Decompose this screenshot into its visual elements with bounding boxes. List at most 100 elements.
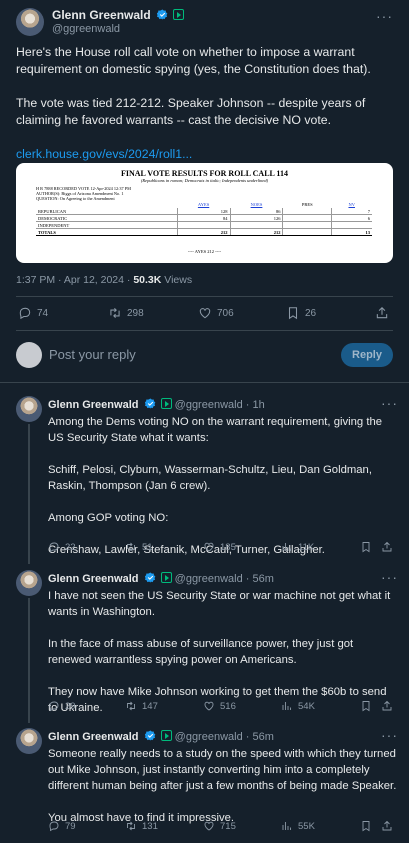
- reply-header: Glenn Greenwald @ggreenwald · 1h ···: [48, 395, 397, 411]
- roll-call-document-image[interactable]: FINAL VOTE RESULTS FOR ROLL CALL 114 (Re…: [16, 163, 393, 263]
- reply-icon: [18, 306, 32, 320]
- bookmark-icon: [360, 700, 372, 712]
- reply-header: Glenn Greenwald @ggreenwald · 56m ···: [48, 569, 397, 585]
- bookmark-icon: [286, 306, 300, 320]
- share-button[interactable]: [381, 541, 398, 553]
- author-name[interactable]: Glenn Greenwald: [52, 8, 151, 22]
- subscription-badge-icon: [160, 730, 172, 741]
- views-count: 50.3K: [133, 274, 162, 286]
- thread-line: [28, 598, 30, 723]
- repost-button[interactable]: 51: [125, 541, 153, 553]
- handle-and-time[interactable]: @ggreenwald · 56m: [175, 731, 274, 743]
- repost-icon: [125, 820, 137, 832]
- more-options-icon[interactable]: ···: [381, 569, 398, 585]
- subscription-badge-icon: [160, 572, 172, 583]
- like-button[interactable]: 185: [203, 541, 236, 553]
- repost-icon: [108, 306, 122, 320]
- avatar[interactable]: [16, 570, 42, 596]
- user-avatar: [16, 342, 42, 368]
- reply-icon: [48, 541, 60, 553]
- more-options-icon[interactable]: ···: [381, 727, 398, 743]
- document-meta: H R 7888 RECORDED VOTE 12-Apr-2024 12:37…: [36, 186, 131, 202]
- views-button[interactable]: 54K: [281, 700, 315, 712]
- table-row: DEMOCRATIC 84 126 6: [36, 214, 372, 222]
- tweet-timestamp[interactable]: 1:37 PM · Apr 12, 2024 · 50.3K Views: [16, 274, 192, 286]
- document-title: FINAL VOTE RESULTS FOR ROLL CALL 114: [120, 169, 288, 178]
- tweet-link[interactable]: clerk.house.gov/evs/2024/roll1...: [16, 147, 192, 161]
- divider: [0, 382, 409, 383]
- handle-and-time[interactable]: @ggreenwald · 1h: [175, 399, 265, 411]
- repost-button[interactable]: 147: [125, 700, 158, 712]
- share-icon: [381, 820, 393, 832]
- reply-actions: 22 51 185 11K: [48, 541, 398, 555]
- author-name[interactable]: Glenn Greenwald: [48, 731, 138, 743]
- more-options-icon[interactable]: ···: [376, 8, 393, 24]
- tweet-text: Here's the House roll call vote on wheth…: [16, 44, 401, 163]
- share-icon: [375, 306, 389, 320]
- reply-actions: 79 131 715 55K: [48, 820, 398, 834]
- author-handle[interactable]: @ggreenwald: [52, 22, 184, 36]
- vote-table-header: AYES NOES PRES NV: [197, 202, 355, 207]
- main-tweet-header: Glenn Greenwald @ggreenwald ···: [16, 8, 393, 36]
- views-button[interactable]: 11K: [281, 541, 314, 553]
- repost-icon: [125, 541, 137, 553]
- reply-header: Glenn Greenwald @ggreenwald · 56m ···: [48, 727, 397, 743]
- handle-and-time[interactable]: @ggreenwald · 56m: [175, 573, 274, 585]
- heart-icon: [203, 541, 215, 553]
- reply-composer: Post your reply Reply: [16, 342, 393, 368]
- reply-actions: 29 147 516 54K: [48, 700, 398, 714]
- avatar[interactable]: [16, 8, 44, 36]
- verified-badge-icon: [145, 398, 156, 409]
- views-icon: [281, 820, 293, 832]
- reply-input[interactable]: Post your reply: [49, 347, 136, 362]
- bookmark-button[interactable]: [360, 700, 377, 712]
- bookmark-icon: [360, 820, 372, 832]
- bookmark-icon: [360, 541, 372, 553]
- reply-button[interactable]: 29: [48, 700, 76, 712]
- like-button[interactable]: 706: [198, 306, 234, 320]
- author-name[interactable]: Glenn Greenwald: [48, 399, 138, 411]
- bookmark-button[interactable]: 26: [286, 306, 316, 320]
- repost-button[interactable]: 131: [125, 820, 158, 832]
- tweet-paragraph: The vote was tied 212-212. Speaker Johns…: [16, 96, 366, 127]
- share-button[interactable]: [381, 700, 398, 712]
- subscription-badge-icon: [173, 9, 185, 20]
- heart-icon: [203, 820, 215, 832]
- views-button[interactable]: 55K: [281, 820, 315, 832]
- like-button[interactable]: 516: [203, 700, 236, 712]
- reply-icon: [48, 700, 60, 712]
- repost-button[interactable]: 298: [108, 306, 144, 320]
- bookmark-button[interactable]: [360, 541, 377, 553]
- avatar[interactable]: [16, 728, 42, 754]
- reply-button[interactable]: 74: [18, 306, 48, 320]
- avatar[interactable]: [16, 396, 42, 422]
- tweet-paragraph: Here's the House roll call vote on wheth…: [16, 45, 371, 76]
- verified-badge-icon: [145, 730, 156, 741]
- verified-badge-icon: [145, 572, 156, 583]
- divider: [16, 330, 393, 331]
- divider: [16, 296, 393, 297]
- document-subtitle: (Republicans in roman; Democrats in ital…: [140, 178, 269, 183]
- bookmark-button[interactable]: [360, 820, 377, 832]
- reply-text: Among the Dems voting NO on the warrant …: [48, 416, 383, 556]
- more-options-icon[interactable]: ···: [381, 395, 398, 411]
- reply-submit-button[interactable]: Reply: [341, 343, 393, 367]
- share-button[interactable]: [381, 820, 398, 832]
- reply-text: I have not seen the US Security State or…: [48, 590, 391, 714]
- subscription-badge-icon: [160, 398, 172, 409]
- reply-button[interactable]: 79: [48, 820, 76, 832]
- author-name[interactable]: Glenn Greenwald: [48, 573, 138, 585]
- reply-button[interactable]: 22: [48, 541, 76, 553]
- views-icon: [281, 700, 293, 712]
- verified-badge-icon: [157, 9, 168, 20]
- table-row: TOTALS 212 212 13: [36, 228, 372, 236]
- views-icon: [281, 541, 293, 553]
- share-icon: [381, 541, 393, 553]
- share-button[interactable]: [375, 306, 394, 320]
- reply-icon: [48, 820, 60, 832]
- heart-icon: [203, 700, 215, 712]
- document-footer: ---- AYES 212 ----: [187, 249, 222, 254]
- like-button[interactable]: 715: [203, 820, 236, 832]
- table-row: INDEPENDENT: [36, 221, 372, 229]
- thread-line: [28, 424, 30, 564]
